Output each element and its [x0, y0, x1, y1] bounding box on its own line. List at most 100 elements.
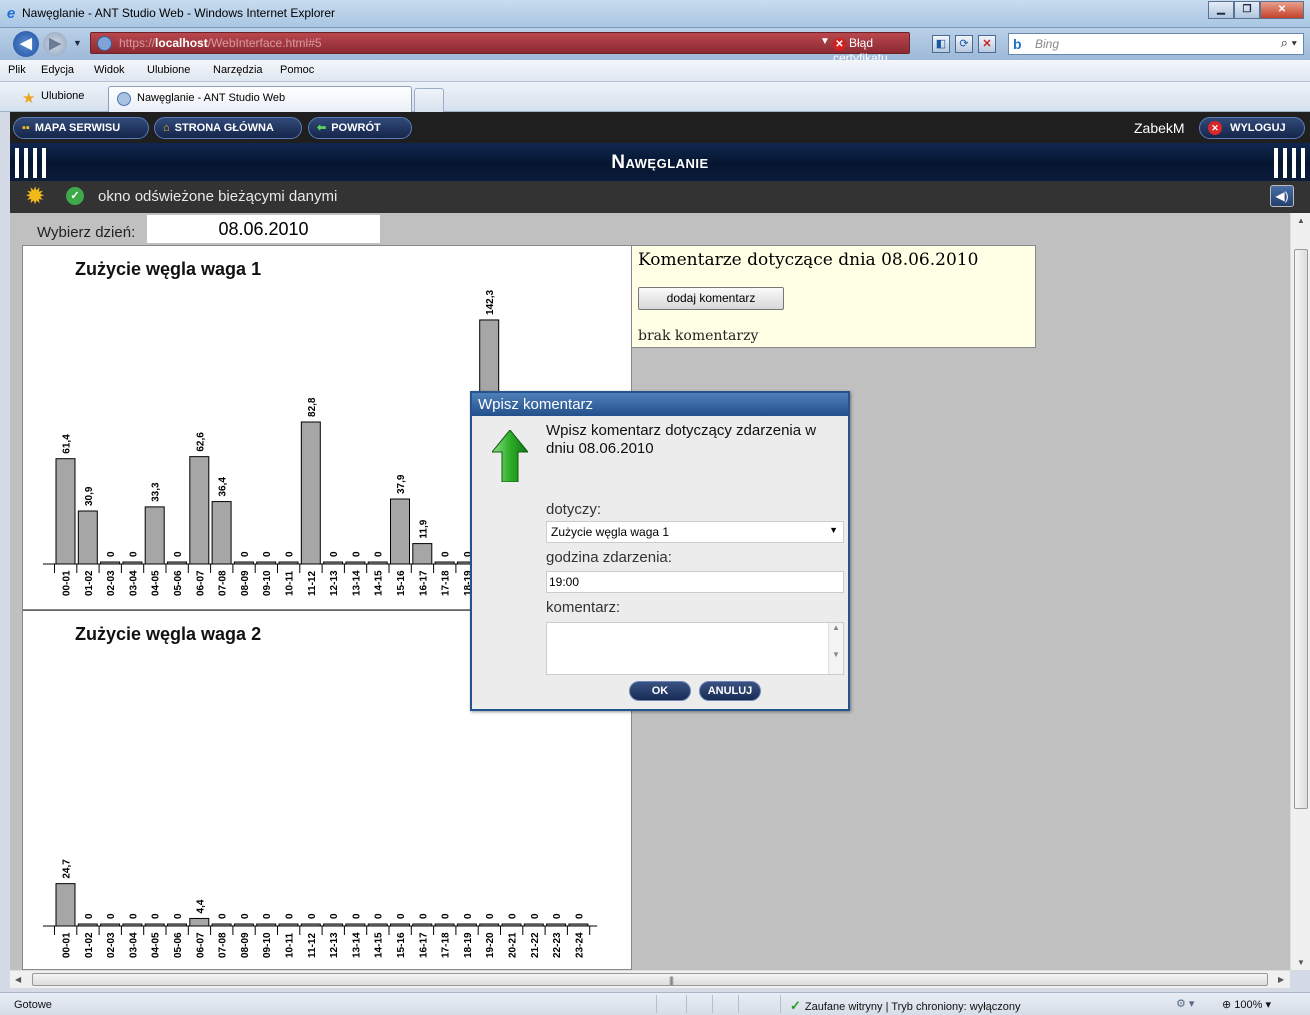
scroll-right-icon[interactable]: ▶ — [1278, 975, 1284, 984]
applies-select[interactable]: Zużycie węgla waga 1 ▼ — [546, 521, 844, 543]
back-arrow-icon[interactable]: ◀ — [13, 31, 39, 57]
address-dropdown-icon[interactable]: ▼ — [820, 36, 830, 47]
menu-edit[interactable]: Edycja — [41, 64, 74, 76]
bar-value-label: 0 — [106, 551, 117, 557]
search-field[interactable]: b Bing ⌕ ▾ — [1008, 33, 1304, 55]
horizontal-scrollbar[interactable]: ◀ ||| ▶ — [10, 970, 1290, 988]
bar-value-label: 0 — [485, 913, 496, 919]
comment-textarea[interactable]: ▲ ▼ — [546, 622, 844, 675]
sitemap-icon: ▪▪ — [22, 122, 30, 134]
page-title: Nawęglanie — [611, 152, 709, 173]
separator — [712, 995, 713, 1013]
stop-icon[interactable]: ✕ — [978, 35, 996, 53]
menu-help[interactable]: Pomoc — [280, 64, 314, 76]
bar-value-label: 0 — [396, 913, 407, 919]
gear-icon[interactable]: ✹ — [25, 184, 45, 210]
error-icon: ✕ — [833, 38, 846, 51]
menu-tools[interactable]: Narzędzia — [213, 64, 263, 76]
x-tick-label: 08-09 — [240, 932, 251, 958]
add-comment-button[interactable]: dodaj komentarz — [638, 287, 784, 310]
menu-favorites[interactable]: Ulubione — [147, 64, 190, 76]
window-controls: ▁ ❐ ✕ — [1208, 1, 1304, 19]
window-title: Nawęglanie - ANT Studio Web - Windows In… — [22, 6, 336, 20]
speaker-icon[interactable]: ◀) — [1270, 185, 1294, 207]
chart-bar — [434, 923, 455, 927]
x-tick-label: 18-19 — [463, 932, 474, 958]
close-window-button[interactable]: ✕ — [1260, 1, 1304, 19]
bar-value-label: 0 — [329, 913, 340, 919]
favorites-star-icon[interactable]: ★ — [22, 89, 35, 107]
chart-bar — [211, 501, 232, 565]
logout-button[interactable]: ✕ WYLOGUJ — [1199, 117, 1305, 139]
site-map-button[interactable]: ▪▪ MAPA SERWISU — [13, 117, 149, 139]
scroll-thumb[interactable] — [1294, 249, 1308, 809]
refresh-icon[interactable]: ⟳ — [955, 35, 973, 53]
hour-input[interactable]: 19:00 — [546, 571, 844, 593]
comments-panel: Komentarze dotyczące dnia 08.06.2010 dod… — [631, 245, 1036, 348]
bar-value-label: 82,8 — [307, 397, 318, 417]
scroll-thumb[interactable]: ||| — [32, 973, 1268, 986]
day-input[interactable]: 08.06.2010 — [147, 215, 380, 243]
favorites-button[interactable]: Ulubione — [41, 90, 84, 102]
bar-value-label: 0 — [329, 551, 340, 557]
chart-bar — [189, 456, 210, 565]
history-dropdown-icon[interactable]: ▼ — [73, 38, 82, 48]
x-tick-label: 12-13 — [329, 932, 340, 958]
browser-tab[interactable]: Nawęglanie - ANT Studio Web — [108, 86, 412, 112]
x-tick-label: 08-09 — [240, 570, 251, 596]
scroll-left-icon[interactable]: ◀ — [15, 975, 21, 984]
bar-value-label: 36,4 — [218, 477, 229, 497]
security-zone[interactable]: ✓ Zaufane witryny | Tryb chroniony: wyłąc… — [790, 998, 1021, 1014]
search-icon[interactable]: ⌕ ▾ — [1281, 35, 1297, 51]
vertical-scrollbar[interactable]: ▲ ▼ — [1290, 213, 1310, 970]
check-icon: ✓ — [790, 998, 801, 1013]
bar-value-label: 0 — [508, 913, 519, 919]
privacy-icon[interactable]: ⚙ ▾ — [1176, 997, 1194, 1010]
x-tick-label: 15-16 — [396, 932, 407, 958]
bar-value-label: 0 — [552, 913, 563, 919]
up-arrow-icon — [492, 430, 528, 482]
bar-value-label: 0 — [84, 913, 95, 919]
menu-view[interactable]: Widok — [94, 64, 125, 76]
back-button[interactable]: ⬅ POWRÓT — [308, 117, 412, 139]
chart-bar — [167, 561, 187, 565]
forward-arrow-icon[interactable]: ▶ — [43, 32, 67, 56]
address-field[interactable]: https://localhost/WebInterface.html#5 ▼ … — [90, 32, 910, 65]
bar-value-label: 33,3 — [151, 482, 162, 502]
new-tab-button[interactable] — [414, 88, 444, 112]
maximize-button[interactable]: ❐ — [1234, 1, 1260, 19]
x-tick-label: 02-03 — [106, 932, 117, 958]
cancel-button[interactable]: ANULUJ — [699, 681, 761, 701]
chart-bar — [256, 923, 277, 927]
x-tick-label: 15-16 — [396, 570, 407, 596]
comments-title: Komentarze dotyczące dnia 08.06.2010 — [638, 250, 979, 270]
bar-value-label: 0 — [285, 913, 296, 919]
chart-bar — [122, 923, 143, 927]
dialog-title[interactable]: Wpisz komentarz — [472, 393, 848, 416]
menu-file[interactable]: Plik — [8, 64, 26, 76]
bar-value-label: 11,9 — [418, 519, 429, 538]
window-title-bar: e Nawęglanie - ANT Studio Web - Windows … — [0, 0, 1310, 28]
x-tick-label: 14-15 — [374, 932, 385, 958]
x-tick-label: 00-01 — [62, 570, 73, 596]
favorites-bar: ★ Ulubione Nawęglanie - ANT Studio Web — [0, 82, 1310, 112]
x-tick-label: 10-11 — [285, 571, 296, 596]
x-tick-label: 11-12 — [307, 571, 318, 596]
bar-value-label: 0 — [106, 913, 117, 919]
ok-button[interactable]: OK — [629, 681, 691, 701]
compatibility-view-icon[interactable]: ◧ — [932, 35, 950, 53]
comment-label: komentarz: — [546, 599, 621, 616]
scroll-down-icon[interactable]: ▼ — [1297, 958, 1305, 967]
textarea-scrollbar[interactable]: ▲ ▼ — [828, 623, 843, 674]
chart-bar — [211, 923, 232, 927]
scroll-up-icon[interactable]: ▲ — [1297, 216, 1305, 225]
comment-dialog: Wpisz komentarz Wpisz komentarz dotycząc… — [470, 391, 850, 711]
bar-value-label: 0 — [218, 913, 229, 919]
home-button[interactable]: ⌂ STRONA GŁÓWNA — [154, 117, 302, 139]
chart-bar — [233, 923, 254, 927]
hour-label: godzina zdarzenia: — [546, 549, 672, 566]
bar-value-label: 0 — [441, 913, 452, 919]
zoom-level[interactable]: ⊕ 100% ▾ — [1222, 998, 1271, 1011]
username: ZabekM — [1134, 120, 1185, 136]
minimize-button[interactable]: ▁ — [1208, 1, 1234, 19]
